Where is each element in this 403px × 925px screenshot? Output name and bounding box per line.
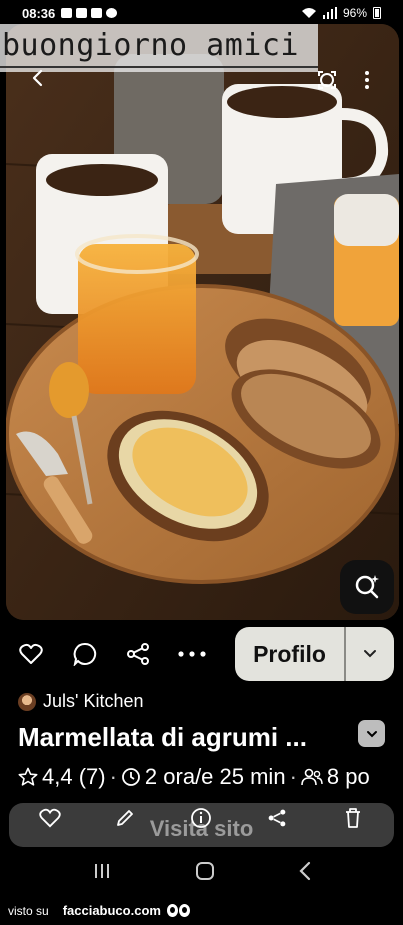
lens-button[interactable] <box>310 63 344 97</box>
bar-like-button[interactable] <box>37 805 63 831</box>
time-text: 2 ora/e 25 min <box>144 764 286 789</box>
watermark-footer: visto su facciabuco.com <box>0 896 403 925</box>
home-icon <box>195 861 214 880</box>
separator: · <box>289 764 297 789</box>
profile-dropdown-button[interactable] <box>346 627 394 681</box>
like-button[interactable] <box>17 640 45 668</box>
rating-text: 4,4 (7) <box>42 764 106 789</box>
signal-icon <box>322 7 337 19</box>
notification-icons <box>61 8 118 18</box>
recents-icon <box>94 863 109 878</box>
visit-site-button[interactable]: Visita sito <box>9 803 394 847</box>
profile-button-group: Profilo <box>235 627 394 681</box>
info-button[interactable] <box>188 805 214 831</box>
clock-icon <box>122 768 140 786</box>
back-arrow-icon <box>32 69 43 87</box>
share-icon <box>268 809 286 827</box>
title-expand-button[interactable] <box>358 720 385 747</box>
profile-button[interactable]: Profilo <box>235 627 344 681</box>
footer-prefix: visto su <box>8 903 49 918</box>
status-time: 08:36 <box>22 5 56 21</box>
people-icon <box>301 768 323 786</box>
chevron-down-icon <box>366 730 377 737</box>
more-actions-button[interactable] <box>178 640 206 668</box>
battery-icon <box>373 7 381 19</box>
comment-icon <box>73 642 97 666</box>
system-back-button[interactable] <box>298 861 312 886</box>
eyes-logo-icon <box>166 904 190 917</box>
more-horizontal-icon <box>178 651 206 657</box>
more-options-button[interactable] <box>355 63 379 97</box>
heart-icon <box>19 643 43 664</box>
status-right: 96% <box>301 6 381 20</box>
pencil-icon <box>117 810 133 826</box>
wifi-icon <box>301 8 316 18</box>
avatar <box>18 692 36 711</box>
visual-search-icon <box>355 575 379 599</box>
battery-text: 96% <box>342 6 367 20</box>
delete-button[interactable] <box>340 805 366 831</box>
pin-image[interactable] <box>6 24 399 620</box>
author-name: Juls' Kitchen <box>43 691 144 711</box>
visual-search-button[interactable] <box>340 560 394 614</box>
servings-text: 8 po <box>326 764 370 789</box>
share-button[interactable] <box>124 640 152 668</box>
home-button[interactable] <box>195 861 215 886</box>
star-icon <box>18 767 38 786</box>
caption-text: buongiorno amici <box>2 28 299 63</box>
bar-share-button[interactable] <box>264 805 290 831</box>
breakfast-photo <box>6 24 399 620</box>
status-bar: 08:36 96% <box>0 0 403 26</box>
system-nav-bar <box>0 852 403 894</box>
info-icon <box>191 808 211 828</box>
lens-icon <box>318 71 336 89</box>
comment-button[interactable] <box>71 640 99 668</box>
more-vertical-icon <box>365 71 369 89</box>
recents-button[interactable] <box>92 862 112 885</box>
edit-button[interactable] <box>112 805 138 831</box>
share-icon <box>127 643 149 665</box>
heart-icon <box>39 808 61 828</box>
pin-title: Marmellata di agrumi ... <box>18 722 307 752</box>
footer-site: facciabuco.com <box>62 903 161 918</box>
back-icon <box>298 861 310 880</box>
author-row[interactable]: Juls' Kitchen <box>18 691 144 712</box>
back-button[interactable] <box>20 60 56 96</box>
chevron-down-icon <box>364 650 376 658</box>
recipe-meta: 4,4 (7) · 2 ora/e 25 min · 8 po <box>18 764 398 790</box>
separator: · <box>109 764 117 789</box>
trash-icon <box>346 808 360 828</box>
